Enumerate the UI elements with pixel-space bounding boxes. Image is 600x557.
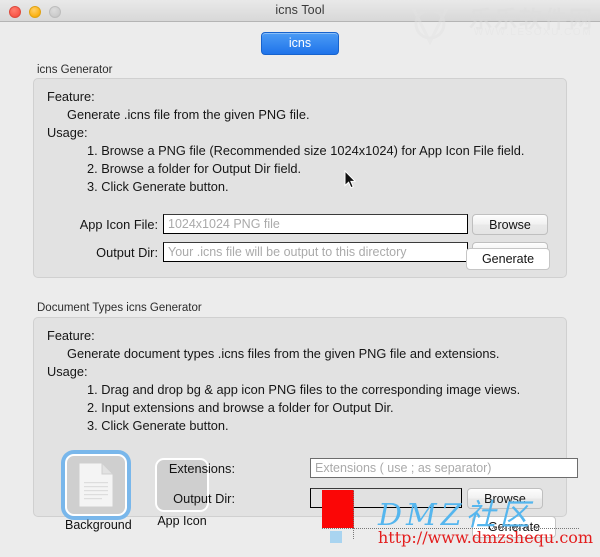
doctypes-output-dir-browse-button[interactable]: Browse (467, 488, 543, 509)
group-label-icns-generator: icns Generator (37, 64, 113, 76)
doctypes-generate-button[interactable]: Generate (472, 516, 556, 538)
icns-generate-button[interactable]: Generate (466, 248, 550, 270)
icns-output-dir-input[interactable]: Your .icns file will be output to this d… (163, 242, 468, 262)
app-icon-file-browse-button[interactable]: Browse (472, 214, 548, 235)
background-well-caption: Background (65, 518, 132, 532)
tab-icns[interactable]: icns (261, 32, 339, 55)
doctypes-usage-step-1: 1. Drag and drop bg & app icon PNG files… (87, 382, 521, 397)
app-icon-file-label: App Icon File: (79, 217, 158, 232)
appicon-well-caption: App Icon (157, 514, 207, 528)
document-page-icon (78, 462, 114, 508)
window-title: icns Tool (275, 3, 325, 17)
doctypes-usage-step-3: 3. Click Generate button. (87, 418, 229, 433)
icns-feature-heading: Feature: (47, 89, 95, 104)
doctypes-usage-step-2: 2. Input extensions and browse a folder … (87, 400, 394, 415)
title-bar: icns Tool (0, 0, 600, 22)
background-image-well[interactable] (65, 454, 127, 516)
doctypes-output-dir-label: Output Dir: (173, 491, 235, 506)
background-image-well-wrapper: Background (65, 454, 132, 532)
extensions-label: Extensions: (168, 461, 235, 476)
icns-usage-step-1: 1. Browse a PNG file (Recommended size 1… (87, 143, 525, 158)
icns-usage-heading: Usage: (47, 125, 88, 140)
icns-output-dir-label: Output Dir: (96, 245, 158, 260)
icns-usage-step-3: 3. Click Generate button. (87, 179, 229, 194)
group-label-doctypes-generator: Document Types icns Generator (37, 302, 202, 314)
icns-feature-text: Generate .icns file from the given PNG f… (67, 107, 310, 122)
extensions-input[interactable]: Extensions ( use ; as separator) (310, 458, 578, 478)
doctypes-feature-heading: Feature: (47, 328, 95, 343)
app-icon-file-input[interactable]: 1024x1024 PNG file (163, 214, 468, 234)
app-window: icns Tool icns icns Generator Feature: G… (0, 0, 600, 557)
doctypes-feature-text: Generate document types .icns files from… (67, 346, 500, 361)
tab-bar: icns (0, 32, 600, 55)
doctypes-usage-heading: Usage: (47, 364, 88, 379)
doctypes-output-dir-input[interactable] (310, 488, 462, 508)
window-content: icns icns Generator Feature: Generate .i… (0, 22, 600, 557)
icns-usage-step-2: 2. Browse a folder for Output Dir field. (87, 161, 302, 176)
